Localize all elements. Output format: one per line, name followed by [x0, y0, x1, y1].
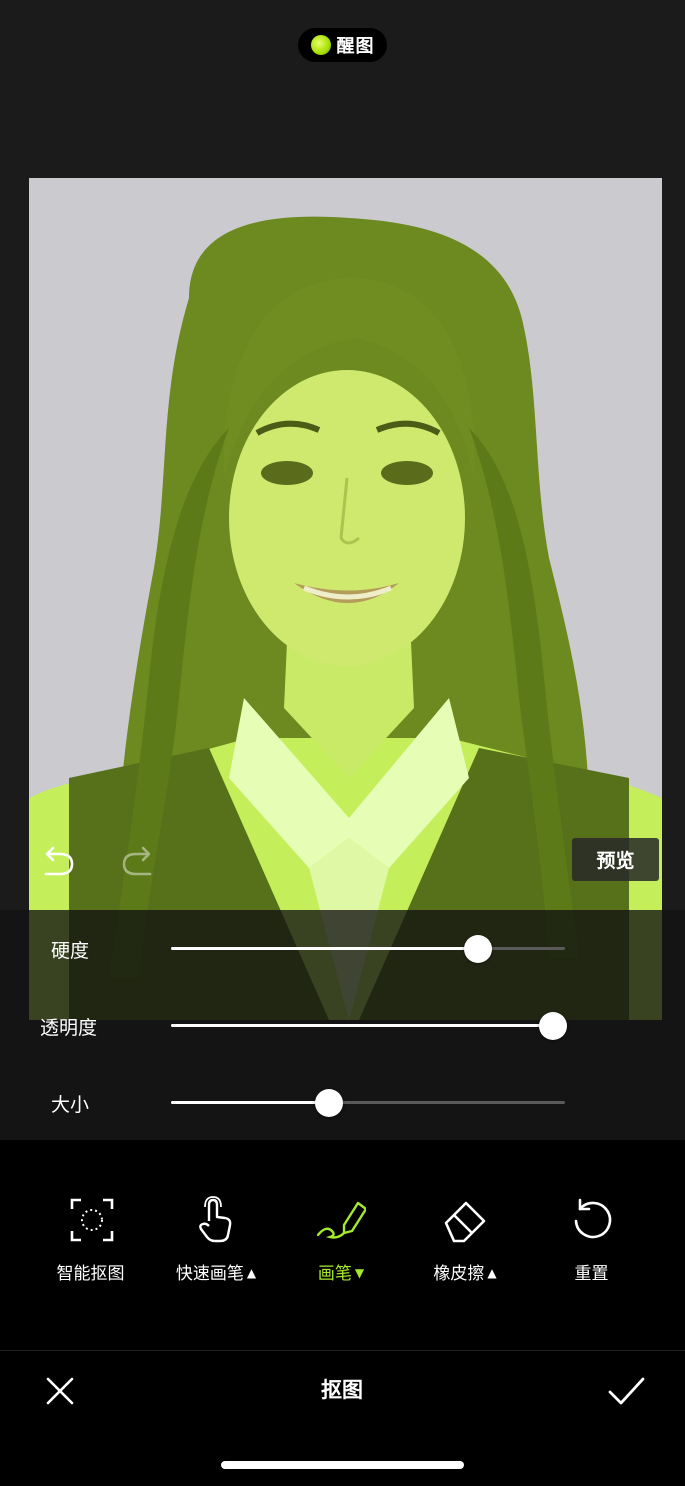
photo-canvas[interactable]	[29, 178, 662, 1020]
tool-smart-cutout[interactable]: 智能抠图	[37, 1195, 147, 1295]
tool-bar: 智能抠图 快速画笔 ▲ 画笔 ▼ 橡皮擦 ▲ 重置	[0, 1140, 685, 1350]
opacity-slider[interactable]	[171, 1012, 568, 1040]
portrait-image	[29, 178, 662, 1020]
home-indicator[interactable]	[221, 1461, 464, 1469]
hardness-slider-row: 硬度	[0, 928, 685, 968]
tool-label: 重置	[574, 1264, 609, 1284]
brand-badge: 醒图	[298, 28, 387, 62]
hardness-label: 硬度	[51, 940, 90, 962]
tool-label: 快速画笔 ▲	[175, 1264, 257, 1284]
tool-label: 智能抠图	[56, 1264, 125, 1284]
undo-icon[interactable]	[40, 842, 80, 882]
opacity-label: 透明度	[40, 1017, 98, 1039]
brand-logo-icon	[310, 35, 331, 55]
hardness-slider-fill	[171, 947, 479, 950]
redo-icon[interactable]	[116, 842, 156, 882]
size-slider[interactable]	[171, 1089, 565, 1117]
opacity-slider-fill	[171, 1024, 554, 1027]
brush-icon	[316, 1201, 366, 1239]
close-icon[interactable]	[44, 1375, 76, 1407]
hardness-slider-knob[interactable]	[464, 935, 493, 963]
reset-icon	[574, 1198, 612, 1239]
size-slider-row: 大小	[0, 1082, 685, 1122]
tool-brush[interactable]: 画笔 ▼	[286, 1195, 396, 1295]
eraser-icon	[444, 1201, 486, 1243]
hand-pointer-icon	[199, 1196, 232, 1243]
opacity-slider-row: 透明度	[0, 1005, 685, 1045]
size-slider-knob[interactable]	[314, 1089, 343, 1117]
opacity-slider-knob[interactable]	[539, 1012, 568, 1040]
tool-label: 画笔 ▼	[317, 1264, 365, 1284]
preview-button[interactable]: 预览	[572, 838, 659, 881]
tool-eraser[interactable]: 橡皮擦 ▲	[410, 1195, 520, 1295]
brush-settings-panel: 硬度 透明度 大小	[0, 910, 685, 1140]
checkmark-icon[interactable]	[606, 1374, 646, 1408]
size-label: 大小	[51, 1094, 90, 1116]
page-title: 抠图	[321, 1378, 363, 1402]
tool-reset[interactable]: 重置	[538, 1195, 648, 1295]
hardness-slider[interactable]	[171, 935, 565, 963]
tool-quick-brush[interactable]: 快速画笔 ▲	[161, 1195, 271, 1295]
smart-cutout-icon	[70, 1198, 114, 1242]
brand-name: 醒图	[336, 36, 375, 57]
tool-label: 橡皮擦 ▲	[433, 1264, 497, 1284]
size-slider-fill	[171, 1101, 329, 1104]
